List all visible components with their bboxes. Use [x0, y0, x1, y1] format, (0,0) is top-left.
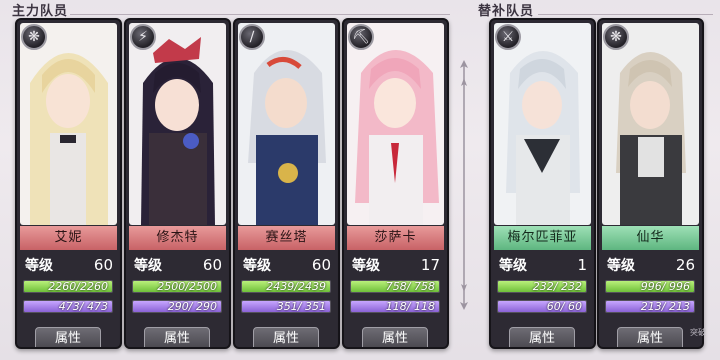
hp-bar: 2439/2439 — [241, 280, 331, 293]
level-value: 60 — [93, 256, 113, 274]
attribute-button[interactable]: 属性 — [253, 327, 319, 347]
level-row: 等级 60 — [243, 254, 331, 276]
character-card-2[interactable]: ⚡ 修杰特 等级 60 2500/2500 290/ 290 属性 — [124, 18, 231, 349]
attribute-button[interactable]: 属性 — [362, 327, 428, 347]
attribute-button[interactable]: 属性 — [509, 327, 575, 347]
swap-divider-icon — [460, 60, 468, 310]
level-label: 等级 — [352, 258, 380, 274]
sword-icon: ⚔ — [495, 24, 521, 50]
character-card-5[interactable]: ⚔ 梅尔匹菲亚 等级 1 232/ 232 60/ 60 属性 — [489, 18, 596, 349]
hp-text: 2500/2500 — [157, 280, 217, 293]
mp-bar: 351/ 351 — [241, 300, 331, 313]
character-card-4[interactable]: ⛏ 莎萨卡 等级 17 758/ 758 118/ 118 属性 — [342, 18, 449, 349]
character-portrait — [602, 23, 699, 225]
spiral-ornament-icon: ❋ — [21, 24, 47, 50]
level-value: 1 — [577, 256, 587, 274]
main-team-title: 主力队员 — [12, 4, 69, 19]
mp-bar: 290/ 290 — [132, 300, 222, 313]
mp-text: 351/ 351 — [276, 300, 326, 313]
character-name: 莎萨卡 — [347, 226, 444, 250]
hp-bar: 2500/2500 — [132, 280, 222, 293]
mp-text: 118/ 118 — [385, 300, 435, 313]
level-label: 等级 — [134, 258, 162, 274]
level-value: 17 — [420, 256, 440, 274]
level-label: 等级 — [607, 258, 635, 274]
attribute-button[interactable]: 属性 — [617, 327, 683, 347]
reserve-team-title: 替补队员 — [478, 4, 535, 19]
character-portrait — [129, 23, 226, 225]
hp-bar: 2260/2260 — [23, 280, 113, 293]
level-row: 等级 17 — [352, 254, 440, 276]
main-team-divider — [70, 14, 450, 15]
mp-text: 473/ 473 — [58, 300, 108, 313]
level-label: 等级 — [499, 258, 527, 274]
character-name: 赛丝塔 — [238, 226, 335, 250]
hp-bar: 232/ 232 — [497, 280, 587, 293]
character-name: 修杰特 — [129, 226, 226, 250]
hp-text: 996/ 996 — [640, 280, 690, 293]
level-row: 等级 26 — [607, 254, 695, 276]
character-portrait — [494, 23, 591, 225]
reserve-team-divider — [538, 14, 713, 15]
level-label: 等级 — [25, 258, 53, 274]
character-portrait — [347, 23, 444, 225]
level-row: 等级 60 — [25, 254, 113, 276]
hp-text: 2439/2439 — [266, 280, 326, 293]
mp-text: 290/ 290 — [167, 300, 217, 313]
character-card-1[interactable]: ❋ 艾妮 等级 60 2260/2260 473/ 473 属性 — [15, 18, 122, 349]
staff-icon: ⚡ — [130, 24, 156, 50]
character-card-6[interactable]: ❋ 仙华 等级 26 996/ 996 213/ 213 属性 — [597, 18, 704, 349]
character-portrait — [20, 23, 117, 225]
mp-bar: 213/ 213 — [605, 300, 695, 313]
hp-bar: 758/ 758 — [350, 280, 440, 293]
hp-text: 758/ 758 — [385, 280, 435, 293]
hp-text: 2260/2260 — [48, 280, 108, 293]
mp-text: 60/ 60 — [546, 300, 582, 313]
mp-text: 213/ 213 — [640, 300, 690, 313]
level-value: 26 — [675, 256, 695, 274]
character-name: 梅尔匹菲亚 — [494, 226, 591, 250]
mp-bar: 473/ 473 — [23, 300, 113, 313]
level-value: 60 — [202, 256, 222, 274]
mp-bar: 118/ 118 — [350, 300, 440, 313]
pole-icon: ∕ — [239, 24, 265, 50]
spiral-ornament-icon: ❋ — [603, 24, 629, 50]
axe-icon: ⛏ — [348, 24, 374, 50]
attribute-button[interactable]: 属性 — [35, 327, 101, 347]
level-row: 等级 1 — [499, 254, 587, 276]
hp-bar: 996/ 996 — [605, 280, 695, 293]
character-name: 仙华 — [602, 226, 699, 250]
mp-bar: 60/ 60 — [497, 300, 587, 313]
character-card-3[interactable]: ∕ 赛丝塔 等级 60 2439/2439 351/ 351 属性 — [233, 18, 340, 349]
level-value: 60 — [311, 256, 331, 274]
level-row: 等级 60 — [134, 254, 222, 276]
level-label: 等级 — [243, 258, 271, 274]
attribute-button[interactable]: 属性 — [144, 327, 210, 347]
character-portrait — [238, 23, 335, 225]
character-name: 艾妮 — [20, 226, 117, 250]
hp-text: 232/ 232 — [532, 280, 582, 293]
corner-text: 突破 — [690, 328, 706, 337]
